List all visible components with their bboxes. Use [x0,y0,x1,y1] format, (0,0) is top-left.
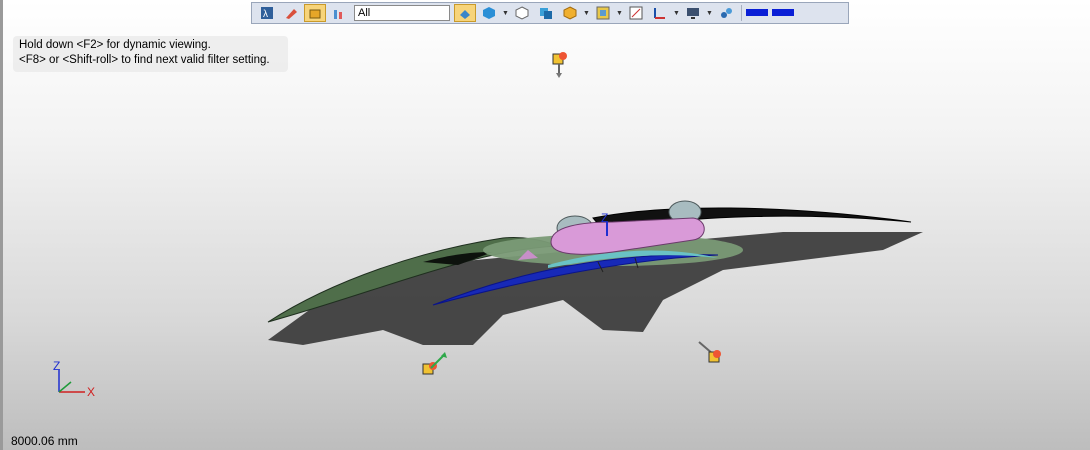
view-scale-readout: 8000.06 mm [11,434,78,448]
triad-z-label: Z [53,359,60,373]
iso-view-dropdown-icon[interactable]: ▼ [502,10,509,17]
model-axis-label: Z [601,211,608,225]
svg-text:λ: λ [263,9,268,20]
dynamic-view-icon[interactable]: λ [256,4,278,22]
hint-line-2: <F8> or <Shift-roll> to find next valid … [19,54,270,66]
display-dropdown-icon[interactable]: ▼ [706,10,713,17]
render-dropdown-icon[interactable]: ▼ [583,10,590,17]
display-icon[interactable] [682,4,704,22]
light-handle-top-icon[interactable] [549,48,571,80]
eraser-icon[interactable] [280,4,302,22]
view-toolbar: λ All ▼ ▼ ▼ ▼ ▼ [251,2,849,24]
filter-icon[interactable] [328,4,350,22]
orient-view-icon[interactable] [454,4,476,22]
zoom-fit-icon[interactable] [625,4,647,22]
frame-dropdown-icon[interactable]: ▼ [616,10,623,17]
selection-filter-select[interactable]: All [354,5,450,21]
line-style-icon[interactable] [772,7,796,19]
coordinate-triad: Z X [53,359,95,399]
axis-tool-icon[interactable] [649,4,671,22]
selection-box-icon[interactable] [304,4,326,22]
graphics-viewport[interactable]: Z λ All ▼ ▼ ▼ ▼ ▼ Hold down <F2> for dyn… [0,0,1090,450]
wireframe-cube-icon[interactable] [511,4,533,22]
iso-cube-icon[interactable] [478,4,500,22]
layers-icon[interactable] [715,4,737,22]
dynamic-viewing-hint: Hold down <F2> for dynamic viewing. <F8>… [13,36,288,72]
triad-x-label: X [87,385,95,399]
line-thickness-icon[interactable] [746,7,770,19]
shaded-cube-icon[interactable] [535,4,557,22]
frame-icon[interactable] [592,4,614,22]
light-handle-right-icon[interactable] [697,340,727,368]
render-mode-icon[interactable] [559,4,581,22]
light-handle-left-icon[interactable] [421,350,451,380]
hint-line-1: Hold down <F2> for dynamic viewing. [19,39,211,51]
axis-dropdown-icon[interactable]: ▼ [673,10,680,17]
